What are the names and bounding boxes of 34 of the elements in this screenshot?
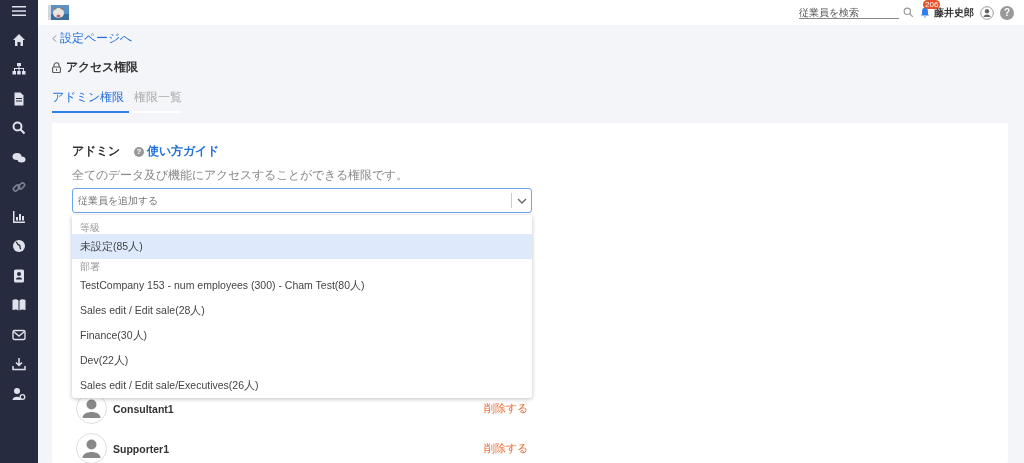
dropdown-option[interactable]: TestCompany 153 - num employees (300) - Cham Test(80人) xyxy=(72,273,532,298)
contact-card-icon[interactable] xyxy=(12,268,26,283)
mail-icon[interactable] xyxy=(12,327,26,342)
user-avatar-icon[interactable] xyxy=(980,5,994,20)
lock-icon xyxy=(52,62,61,73)
menu-icon[interactable] xyxy=(12,5,26,17)
dropdown-option[interactable]: Sales edit / Edit sale/Executives(26人) xyxy=(72,373,532,398)
guide-link[interactable]: 使い方ガイド xyxy=(147,143,219,160)
search-field[interactable]: 従業員を検索 xyxy=(799,6,899,19)
section-title: アドミン xyxy=(72,143,120,160)
user-settings-icon[interactable] xyxy=(12,386,26,401)
chat-icon[interactable] xyxy=(12,150,26,165)
tab[interactable]: アドミン権限 xyxy=(52,89,129,113)
document-icon[interactable] xyxy=(12,91,26,106)
dropdown-option[interactable]: Sales edit / Edit sale(28人) xyxy=(72,298,532,323)
section-description: 全てのデータ及び機能にアクセスすることができる権限です。 xyxy=(72,167,409,184)
download-icon[interactable] xyxy=(12,357,26,371)
back-link[interactable]: 設定ページへ xyxy=(60,30,132,47)
book-icon[interactable] xyxy=(12,298,26,312)
dropdown-option[interactable]: 未設定(85人) xyxy=(72,234,532,259)
chart-icon[interactable] xyxy=(12,209,26,224)
bell-icon[interactable] xyxy=(920,7,930,18)
group-label: 等級 xyxy=(79,221,101,234)
home-icon[interactable] xyxy=(12,32,26,47)
search-icon[interactable] xyxy=(12,121,26,135)
sitemap-icon[interactable] xyxy=(12,62,26,76)
dropdown-option[interactable]: Finance(30人) xyxy=(72,323,532,348)
page-title: アクセス権限 xyxy=(66,60,138,75)
member-name: Consultant1 xyxy=(113,402,175,415)
member-name: Supporter1 xyxy=(113,442,170,455)
group-label: 部署 xyxy=(79,260,101,273)
employee-select[interactable]: 従業員を追加する xyxy=(72,188,532,213)
help-icon: ? xyxy=(134,146,144,157)
dropdown-option[interactable]: Dev(22人) xyxy=(72,348,532,373)
